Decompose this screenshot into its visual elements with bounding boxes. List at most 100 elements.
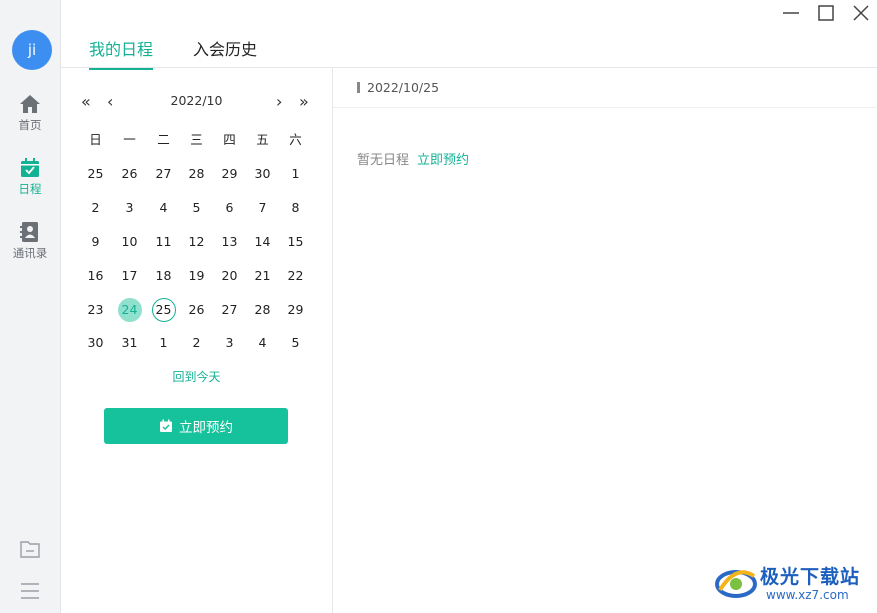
sidebar-item-label: 通讯录 [12,246,48,260]
calendar-day[interactable]: 30 [246,157,279,190]
calendar-day-label: 25 [151,298,176,322]
calendar-day-label: 31 [121,335,138,350]
calendar-day[interactable]: 2 [79,191,112,224]
next-month-button[interactable]: › [276,92,282,111]
calendar-day[interactable]: 4 [147,191,180,224]
calendar-day[interactable]: 22 [279,259,312,292]
menu-icon[interactable] [19,580,41,602]
calendar-day-label: 16 [87,268,104,283]
calendar-day-label: 3 [125,200,134,215]
calendar-day[interactable]: 9 [79,225,112,258]
calendar-day[interactable]: 18 [147,259,180,292]
calendar-day[interactable]: 1 [147,326,180,359]
calendar-day-label: 25 [87,166,104,181]
calendar-day[interactable]: 29 [213,157,246,190]
calendar-panel: « ‹ 2022/10 › » 日一二三四五六 25 26 27 28 29 30 1 2 3 4 5… [61,68,333,613]
weekday-header: 二 [157,132,170,147]
calendar-day-label: 29 [287,302,304,317]
watermark: 极光下载站 www.xz7.com [714,558,874,608]
calendar-day[interactable]: 7 [246,191,279,224]
calendar-day-label: 4 [159,200,168,215]
folder-icon[interactable] [19,538,41,560]
calendar-day-label: 11 [155,234,172,249]
calendar-day-label: 3 [225,335,234,350]
month-label: 2022/10 [170,93,223,108]
back-to-today-link[interactable]: 回到今天 [61,368,332,385]
calendar-day[interactable]: 12 [180,225,213,258]
calendar-day[interactable]: 23 [79,293,112,326]
calendar-day[interactable]: 4 [246,326,279,359]
book-now-label: 立即预约 [179,420,233,436]
calendar-day-label: 2 [91,200,100,215]
sidebar-item-label: 首页 [18,118,42,132]
calendar-day-label: 23 [87,302,104,317]
calendar-day[interactable]: 10 [113,225,146,258]
home-icon [20,95,40,113]
calendar-day[interactable]: 20 [213,259,246,292]
sidebar-item-schedule[interactable]: 日程 [0,157,60,197]
calendar-day-label: 5 [291,335,300,350]
calendar-day-label: 18 [155,268,172,283]
calendar-day[interactable]: 28 [180,157,213,190]
calendar-day[interactable]: 6 [213,191,246,224]
calendar-day[interactable]: 19 [180,259,213,292]
weekday-header: 日 [89,132,102,147]
calendar-day[interactable]: 1 [279,157,312,190]
weekday-header: 五 [256,132,269,147]
calendar-day[interactable]: 29 [279,293,312,326]
calendar-day[interactable]: 30 [79,326,112,359]
detail-divider [333,107,877,108]
calendar-day-label: 9 [91,234,100,249]
watermark-text: 极光下载站 [760,566,861,588]
calendar-icon [21,158,39,177]
calendar-day-label: 24 [117,298,142,322]
sidebar-item-label: 日程 [18,182,42,196]
calendar-day-label: 20 [221,268,238,283]
weekday-header: 一 [123,132,136,147]
watermark-url: www.xz7.com [766,588,849,602]
calendar-day[interactable]: 27 [213,293,246,326]
selected-date-header: 2022/10/25 [357,80,439,95]
calendar-day[interactable]: 3 [113,191,146,224]
next-year-button[interactable]: » [299,92,309,111]
sidebar-item-contacts[interactable]: 通讯录 [0,221,60,261]
calendar-day-label: 27 [155,166,172,181]
book-now-button[interactable]: 立即预约 [104,408,288,444]
calendar-day-label: 28 [188,166,205,181]
calendar-day-label: 27 [221,302,238,317]
calendar-day-selected[interactable]: 24 [113,293,146,326]
tab-meeting-history[interactable]: 入会历史 [193,36,257,68]
calendar-day[interactable]: 14 [246,225,279,258]
avatar[interactable]: ji [12,30,52,70]
book-now-link[interactable]: 立即预约 [417,153,469,168]
sidebar: ji 首页 日程 通讯录 [0,0,61,613]
calendar-day[interactable]: 8 [279,191,312,224]
calendar-day[interactable]: 3 [213,326,246,359]
calendar-day-label: 22 [287,268,304,283]
calendar-day[interactable]: 15 [279,225,312,258]
calendar-day[interactable]: 27 [147,157,180,190]
sidebar-item-home[interactable]: 首页 [0,93,60,133]
calendar-day[interactable]: 21 [246,259,279,292]
tab-my-schedule[interactable]: 我的日程 [89,36,154,70]
calendar-day-label: 4 [258,335,267,350]
empty-schedule-text: 暂无日程 [357,153,410,168]
minimize-icon[interactable] [781,3,801,23]
calendar-day[interactable]: 26 [180,293,213,326]
calendar-day[interactable]: 28 [246,293,279,326]
calendar-day-label: 28 [254,302,271,317]
calendar-day[interactable]: 25 [79,157,112,190]
calendar-day[interactable]: 17 [113,259,146,292]
calendar-day[interactable]: 13 [213,225,246,258]
calendar-day-label: 14 [254,234,271,249]
calendar-day[interactable]: 2 [180,326,213,359]
calendar-day[interactable]: 5 [180,191,213,224]
calendar-day[interactable]: 16 [79,259,112,292]
calendar-day[interactable]: 26 [113,157,146,190]
calendar-day[interactable]: 5 [279,326,312,359]
calendar-day[interactable]: 31 [113,326,146,359]
maximize-icon[interactable] [816,3,836,23]
calendar-day[interactable]: 11 [147,225,180,258]
calendar-day-today[interactable]: 25 [147,293,180,326]
close-icon[interactable] [851,3,871,23]
